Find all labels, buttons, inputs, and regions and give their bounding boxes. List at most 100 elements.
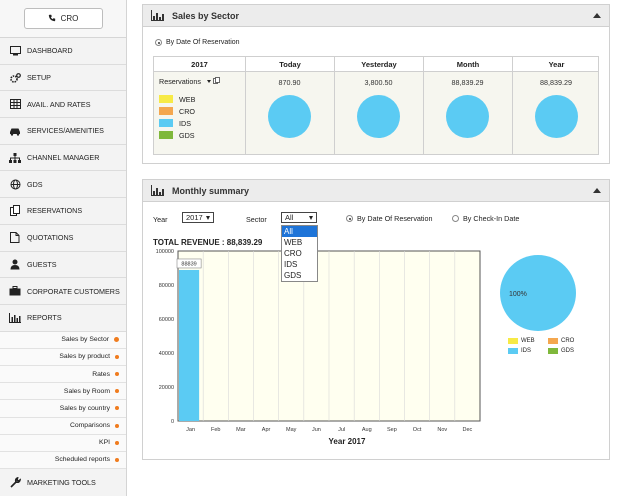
radio-icon[interactable] bbox=[452, 215, 459, 222]
dropdown-arrow-icon bbox=[206, 216, 210, 220]
year-select[interactable]: 2017 bbox=[182, 212, 214, 223]
x-tick-label: Mar bbox=[236, 427, 246, 433]
collapse-caret-icon[interactable] bbox=[593, 13, 601, 18]
nav-item-channel-manager[interactable]: CHANNEL MANAGER bbox=[0, 145, 126, 172]
sector-option-all[interactable]: All bbox=[282, 226, 317, 237]
sector-dropdown-list: All WEB CRO IDS GDS bbox=[281, 225, 318, 282]
bullet-dot bbox=[115, 354, 119, 359]
panel-title: Monthly summary bbox=[172, 185, 250, 196]
sitemap-icon bbox=[9, 152, 21, 163]
nav-list: DASHBOARD SETUP AVAIL. AND RATES SERVICE… bbox=[0, 38, 126, 496]
sub-item-label: Scheduled reports bbox=[54, 456, 110, 464]
radio-icon[interactable] bbox=[346, 215, 353, 222]
collapse-caret-icon[interactable] bbox=[593, 188, 601, 193]
nav-item-setup[interactable]: SETUP bbox=[0, 65, 126, 92]
panel-title: Sales by Sector bbox=[172, 10, 240, 21]
sub-item-sales-by-country[interactable]: Sales by country bbox=[0, 400, 126, 418]
nav-item-gds[interactable]: GDS bbox=[0, 171, 126, 199]
copy-icon[interactable] bbox=[213, 77, 220, 86]
legend-item: CRO bbox=[159, 105, 243, 117]
y-tick-label: 100000 bbox=[156, 249, 174, 255]
grid-icon bbox=[9, 99, 21, 110]
sub-item-rates[interactable]: Rates bbox=[0, 365, 126, 384]
reservations-dropdown[interactable]: Reservations bbox=[159, 76, 243, 87]
monitor-icon bbox=[9, 45, 21, 56]
nav-item-corporate-customers[interactable]: CORPORATE CUSTOMERS bbox=[0, 278, 126, 305]
bar bbox=[179, 269, 200, 421]
by-checkin-radio[interactable]: By Check-In Date bbox=[452, 214, 519, 223]
sub-item-sales-by-room[interactable]: Sales by Room bbox=[0, 383, 126, 401]
nav-item-label: AVAIL. AND RATES bbox=[27, 99, 91, 109]
legend-label: IDS bbox=[179, 118, 191, 128]
sector-option-cro[interactable]: CRO bbox=[282, 248, 317, 259]
bullet-dot bbox=[115, 440, 119, 445]
legend-label: GDS bbox=[561, 348, 575, 354]
dropdown-caret-icon[interactable] bbox=[206, 80, 211, 83]
nav-item-reports[interactable]: REPORTS bbox=[0, 305, 126, 332]
sub-item-sales-by-sector[interactable]: Sales by Sector bbox=[0, 331, 126, 349]
header-year: 2017 bbox=[191, 60, 208, 69]
monthly-bar-chart: 0 20000 40000 60000 80000 100000 Jan Feb Mar Apr M… bbox=[156, 249, 481, 446]
briefcase-icon bbox=[9, 286, 21, 297]
nav-item-label: QUOTATIONS bbox=[27, 233, 74, 243]
legend-item: GDS bbox=[548, 348, 574, 354]
bullet-dot bbox=[115, 389, 119, 394]
x-tick-label: Oct bbox=[413, 427, 422, 433]
pie-percent-label: 100% bbox=[509, 291, 527, 298]
nav-item-label: GDS bbox=[27, 179, 43, 189]
bullet-dot bbox=[115, 372, 119, 377]
nav-item-avail-rates[interactable]: AVAIL. AND RATES bbox=[0, 91, 126, 119]
cro-button[interactable]: CRO bbox=[23, 8, 103, 29]
radio-icon[interactable] bbox=[155, 39, 162, 46]
legend-item: IDS bbox=[159, 117, 243, 129]
x-tick-label: Jan bbox=[186, 427, 195, 433]
sub-item-comparisons[interactable]: Comparisons bbox=[0, 417, 126, 435]
sector-option-gds[interactable]: GDS bbox=[282, 270, 317, 281]
sector-label: Sector bbox=[246, 215, 267, 224]
sector-option-web[interactable]: WEB bbox=[282, 237, 317, 248]
sub-item-label: Sales by Sector bbox=[61, 336, 109, 344]
file-icon bbox=[9, 232, 21, 244]
today-pie bbox=[268, 95, 311, 138]
monthly-pie-chart: 100% bbox=[500, 255, 576, 331]
globe-icon bbox=[9, 179, 21, 190]
radio-label: By Date Of Reservation bbox=[357, 214, 433, 223]
car-icon bbox=[9, 125, 21, 136]
sub-item-scheduled-reports[interactable]: Scheduled reports bbox=[0, 451, 126, 470]
legend-label: CRO bbox=[561, 338, 575, 344]
legend-item: CRO bbox=[548, 338, 574, 344]
legend-item: WEB bbox=[159, 93, 243, 105]
reservation-radio[interactable]: By Date Of Reservation bbox=[155, 39, 240, 46]
header-yesterday: Yesterday bbox=[334, 57, 423, 72]
radio-label: By Date Of Reservation bbox=[166, 39, 240, 46]
nav-item-reservations[interactable]: RESERVATIONS bbox=[0, 198, 126, 225]
sector-select[interactable]: All bbox=[281, 212, 317, 223]
sub-item-label: Rates bbox=[92, 370, 110, 378]
nav-item-services[interactable]: SERVICES/AMENITIES bbox=[0, 118, 126, 145]
nav-item-guests[interactable]: GUESTS bbox=[0, 252, 126, 279]
legend-label: CRO bbox=[179, 106, 195, 116]
x-tick-label: Aug bbox=[362, 427, 372, 433]
sector-legend: WEB CRO IDS GDS bbox=[159, 93, 243, 141]
legend-label: GDS bbox=[179, 130, 195, 140]
sector-option-ids[interactable]: IDS bbox=[282, 259, 317, 270]
sub-item-label: Sales by Room bbox=[63, 387, 110, 395]
yesterday-pie bbox=[357, 95, 400, 138]
x-tick-label: Apr bbox=[262, 427, 271, 433]
nav-item-dashboard[interactable]: DASHBOARD bbox=[0, 38, 126, 65]
sub-item-sales-by-product[interactable]: Sales by product bbox=[0, 348, 126, 366]
legend-label: WEB bbox=[521, 338, 535, 344]
by-reservation-radio[interactable]: By Date Of Reservation bbox=[346, 214, 433, 223]
month-value: 88,839.29 bbox=[451, 78, 484, 87]
nav-item-marketing-tools[interactable]: MARKETING TOOLS bbox=[0, 469, 126, 496]
nav-item-quotations[interactable]: QUOTATIONS bbox=[0, 225, 126, 252]
x-tick-label: Nov bbox=[437, 427, 447, 433]
year-pie bbox=[534, 95, 578, 138]
y-tick-label: 40000 bbox=[159, 351, 174, 357]
header-month: Month bbox=[423, 57, 512, 72]
sector-select-value: All bbox=[285, 213, 294, 222]
month-cell: 88,839.29 bbox=[423, 72, 512, 156]
year-value: 88,839.29 bbox=[540, 78, 572, 87]
radio-label: By Check-In Date bbox=[463, 214, 520, 223]
sub-item-kpi[interactable]: KPI bbox=[0, 434, 126, 452]
